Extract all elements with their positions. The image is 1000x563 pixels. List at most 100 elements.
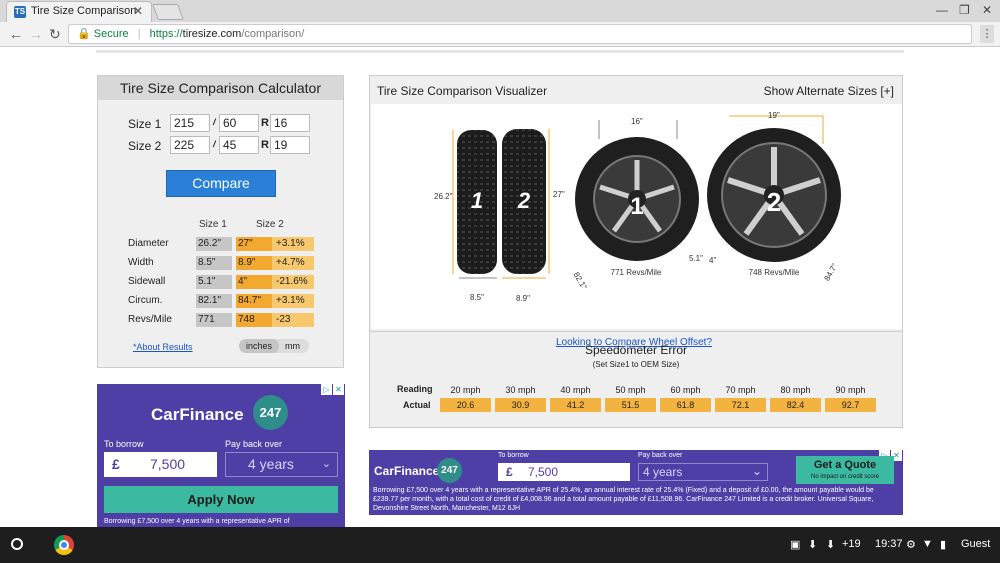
os-shelf: ▣ ⬇ ⬇ +19 19:37 ⚙ ▼ ▮ Guest [0, 527, 1000, 563]
speed-actual: 61.8 [660, 398, 711, 412]
url-scheme: https:// [149, 28, 183, 40]
ad-logo: CarFinance [374, 464, 440, 478]
show-alternate-sizes[interactable]: Show Alternate Sizes [+] [764, 84, 894, 98]
result-label: Width [128, 257, 154, 268]
compare-button[interactable]: Compare [166, 170, 276, 197]
battery-icon[interactable]: ▮ [940, 538, 946, 551]
download-icon[interactable]: ⬇ [826, 538, 835, 551]
result-size1: 8.5" [196, 256, 232, 270]
size1-label: Size 1 [128, 117, 162, 131]
result-label: Sidewall [128, 276, 166, 287]
size2-width-input[interactable]: 225 [170, 136, 210, 154]
url-host: tiresize.com [182, 28, 242, 40]
chrome-app-icon[interactable] [54, 535, 74, 555]
size2-aspect-input[interactable]: 45 [219, 136, 259, 154]
tab-strip: TS Tire Size Comparison ✕ — ❐ ✕ [0, 0, 1000, 22]
url-separator: | [137, 28, 141, 40]
speed-actual: 30.9 [495, 398, 546, 412]
page-content: Tire Size Comparison Calculator Size 1 2… [0, 48, 1000, 527]
width1-label: 8.5" [470, 293, 484, 302]
section-divider [370, 331, 902, 332]
col-size1-header: Size 1 [199, 219, 227, 230]
wheel1-number: 1 [630, 193, 643, 220]
result-diff: -21.6% [272, 275, 314, 289]
clock[interactable]: 19:37 [875, 538, 903, 550]
close-window-icon[interactable]: ✕ [982, 3, 992, 17]
browser-menu-icon[interactable]: ⋮ [980, 25, 994, 43]
result-diff: +3.1% [272, 294, 314, 308]
download-icon[interactable]: ⬇ [808, 538, 817, 551]
result-size1: 26.2" [196, 237, 232, 251]
speed-reading: 30 mph [505, 385, 536, 395]
close-tab-icon[interactable]: ✕ [133, 2, 143, 21]
lock-icon: 🔒 [77, 28, 91, 40]
result-diff: +4.7% [272, 256, 314, 270]
rim2-label: 19" [768, 111, 780, 120]
screenshot-icon[interactable]: ▣ [790, 538, 800, 551]
unit-toggle[interactable]: inches mm [239, 339, 309, 353]
settings-icon[interactable]: ⚙ [906, 538, 916, 551]
reload-icon[interactable]: ↻ [49, 26, 61, 43]
comparison-visualizer: Tire Size Comparison Visualizer Show Alt… [369, 75, 903, 428]
url-path: /comparison/ [241, 28, 305, 40]
term-select[interactable]: 4 years ⌄ [225, 452, 338, 477]
speed-actual: 72.1 [715, 398, 766, 412]
tire2-number: 2 [517, 188, 531, 213]
result-label: Revs/Mile [128, 314, 172, 325]
apply-now-button[interactable]: Apply Now [104, 486, 338, 513]
actual-label: Actual [403, 400, 431, 410]
result-size2: 8.9" [236, 256, 272, 270]
borrow-amount-field[interactable]: £ 7,500 [104, 452, 217, 477]
result-size1: 82.1" [196, 294, 232, 308]
new-tab-button[interactable] [152, 4, 184, 20]
get-quote-button[interactable]: Get a Quote No impact on credit score [796, 456, 894, 484]
secure-label: Secure [93, 28, 129, 40]
about-results-link[interactable]: *About Results [133, 342, 193, 352]
ad-banner-left[interactable]: ▷ ✕ CarFinance 247 To borrow Pay back ov… [97, 384, 345, 527]
get-quote-sublabel: No impact on credit score [810, 474, 880, 480]
browser-tab[interactable]: TS Tire Size Comparison ✕ [6, 1, 152, 22]
ad-fine-print: Borrowing £7,500 over 4 years with a rep… [373, 487, 874, 512]
wifi-icon[interactable]: ▼ [922, 538, 933, 550]
tire-visualization: 1 2 26.2" 27" 8.5" 8.9" 1 16" 82.1" 5.1"… [371, 104, 902, 348]
result-size2: 84.7" [236, 294, 272, 308]
get-quote-label: Get a Quote [813, 459, 877, 471]
unit-mm[interactable]: mm [285, 339, 300, 353]
size1-rim-input[interactable]: 16 [270, 114, 310, 132]
size1-aspect-input[interactable]: 60 [219, 114, 259, 132]
speed-actual: 51.5 [605, 398, 656, 412]
circ2-label: 84.7" [822, 262, 839, 283]
borrow-amount-field[interactable]: £ 7,500 [498, 463, 630, 481]
size2-rim-input[interactable]: 19 [270, 136, 310, 154]
minimize-icon[interactable]: — [936, 3, 948, 17]
ad-close-icon[interactable]: ✕ [333, 384, 344, 395]
speed-reading: 50 mph [615, 385, 646, 395]
launcher-icon[interactable] [11, 538, 23, 550]
speed-actual: 92.7 [825, 398, 876, 412]
term-select[interactable]: 4 years ⌄ [638, 463, 768, 481]
speed-reading: 80 mph [780, 385, 811, 395]
address-bar[interactable]: 🔒 Secure | https://tiresize.com/comparis… [68, 24, 972, 44]
rim-letter: R [261, 139, 269, 151]
borrow-amount: 7,500 [150, 456, 186, 472]
slash-separator: / [213, 139, 216, 149]
comparison-calculator: Tire Size Comparison Calculator Size 1 2… [97, 75, 344, 368]
sidewall2-label: 4" [709, 256, 716, 265]
unit-inches[interactable]: inches [239, 339, 279, 353]
width2-label: 8.9" [516, 294, 530, 303]
payback-label: Pay back over [225, 439, 283, 449]
restore-icon[interactable]: ❐ [959, 3, 970, 17]
adchoices-icon[interactable]: ▷ [321, 384, 332, 395]
speedometer-subtitle: (Set Size1 to OEM Size) [592, 360, 680, 369]
size1-width-input[interactable]: 215 [170, 114, 210, 132]
chevron-down-icon: ⌄ [321, 458, 331, 470]
size2-label: Size 2 [128, 139, 162, 153]
speed-reading: 90 mph [835, 385, 866, 395]
notification-count[interactable]: +19 [842, 538, 861, 550]
speed-reading: 40 mph [560, 385, 591, 395]
forward-icon[interactable]: → [29, 26, 43, 42]
currency-symbol: £ [112, 456, 120, 472]
ad-banner-bottom[interactable]: ▷ ✕ CarFinance 247 To borrow Pay back ov… [369, 450, 903, 515]
user-label[interactable]: Guest [961, 538, 990, 550]
back-icon[interactable]: ← [9, 26, 23, 42]
